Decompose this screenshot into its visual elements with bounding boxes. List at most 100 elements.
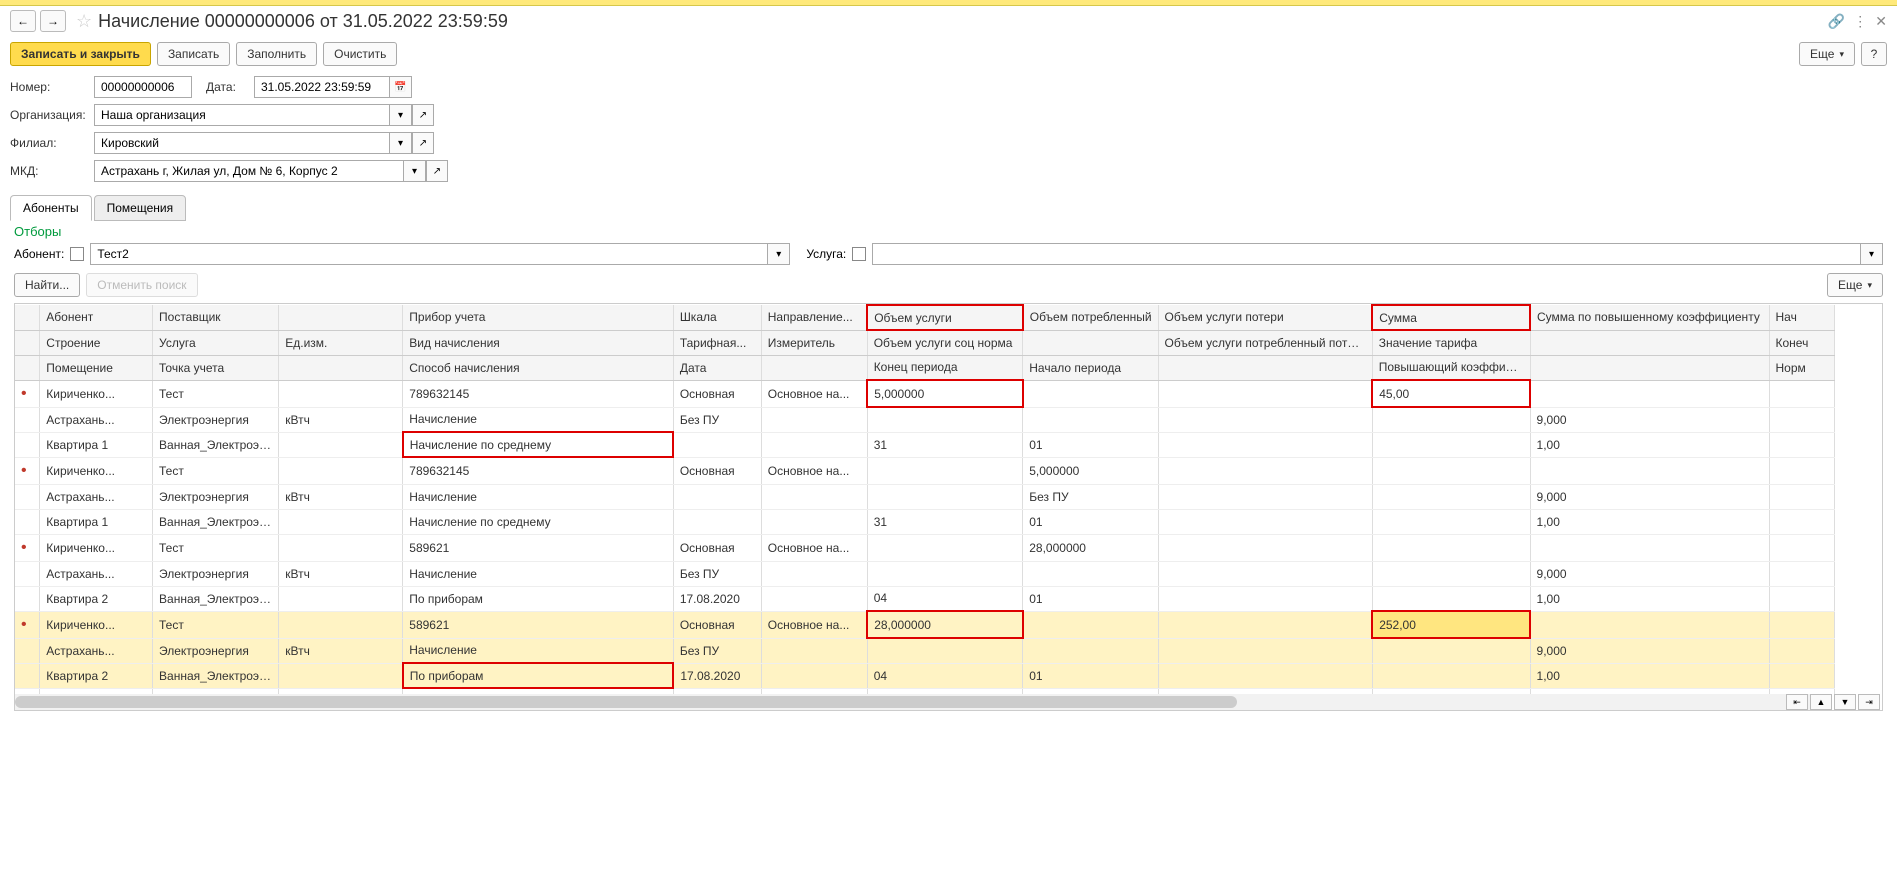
column-header[interactable]: Дата <box>673 355 761 380</box>
cell[interactable]: 01 <box>1023 509 1158 534</box>
cell[interactable] <box>673 509 761 534</box>
column-header[interactable]: Прибор учета <box>403 305 674 330</box>
service-filter-input[interactable] <box>872 243 1861 265</box>
cell[interactable] <box>1769 407 1835 432</box>
column-header[interactable]: Сумма по повышенному коэффициенту <box>1530 305 1769 330</box>
abonent-filter-input[interactable] <box>90 243 768 265</box>
cell[interactable] <box>1372 457 1530 484</box>
column-header[interactable]: Услуга <box>153 330 279 355</box>
cell[interactable]: 01 <box>1023 663 1158 688</box>
cell[interactable]: 252,00 <box>1372 611 1530 638</box>
cell[interactable]: Астрахань... <box>40 484 153 509</box>
write-close-button[interactable]: Записать и закрыть <box>10 42 151 66</box>
tab-abonents[interactable]: Абоненты <box>10 195 92 221</box>
column-header[interactable]: Начало периода <box>1023 355 1158 380</box>
cell[interactable] <box>279 509 403 534</box>
cell[interactable] <box>1769 509 1835 534</box>
cell[interactable]: 04 <box>867 586 1023 611</box>
cell[interactable] <box>1158 484 1372 509</box>
cell[interactable]: 789632145 <box>403 380 674 407</box>
service-checkbox[interactable] <box>852 247 866 261</box>
cell[interactable] <box>1372 407 1530 432</box>
cell[interactable] <box>867 561 1023 586</box>
column-header[interactable]: Норм <box>1769 355 1835 380</box>
cell[interactable]: 5,000000 <box>867 380 1023 407</box>
cell[interactable] <box>279 380 403 407</box>
cell[interactable] <box>1372 586 1530 611</box>
cell[interactable]: Основная <box>673 611 761 638</box>
cell[interactable]: 9,000 <box>1530 561 1769 586</box>
cell[interactable] <box>1158 407 1372 432</box>
cell[interactable] <box>1769 638 1835 663</box>
column-header[interactable] <box>279 355 403 380</box>
cell[interactable] <box>761 484 867 509</box>
cell[interactable] <box>1158 534 1372 561</box>
calendar-icon[interactable]: 📅 <box>390 76 412 98</box>
cell[interactable]: Электроэнергия <box>153 638 279 663</box>
grid-more-button[interactable]: Еще <box>1827 273 1883 297</box>
cell[interactable]: 1,00 <box>1530 509 1769 534</box>
clear-button[interactable]: Очистить <box>323 42 397 66</box>
cell[interactable]: Кириченко... <box>40 611 153 638</box>
chevron-down-icon[interactable]: ▾ <box>390 104 412 126</box>
cell[interactable] <box>1158 380 1372 407</box>
cell[interactable]: По приборам <box>403 663 674 688</box>
cell[interactable]: 01 <box>1023 432 1158 457</box>
cell[interactable]: Астрахань... <box>40 638 153 663</box>
cell[interactable]: Основное на... <box>761 380 867 407</box>
cell[interactable]: Начисление <box>403 638 674 663</box>
favorite-star-icon[interactable]: ☆ <box>76 11 92 32</box>
column-header[interactable]: Значение тарифа <box>1372 330 1530 355</box>
column-header[interactable]: Объем услуги потери <box>1158 305 1372 330</box>
cell[interactable] <box>673 484 761 509</box>
open-external-icon[interactable]: ↗ <box>412 104 434 126</box>
cell[interactable] <box>1158 586 1372 611</box>
cell[interactable]: Начисление <box>403 561 674 586</box>
cell[interactable]: Основная <box>673 380 761 407</box>
cell[interactable] <box>1769 484 1835 509</box>
cell[interactable] <box>1769 663 1835 688</box>
chevron-down-icon[interactable]: ▾ <box>768 243 790 265</box>
abonent-checkbox[interactable] <box>70 247 84 261</box>
cell[interactable] <box>1769 561 1835 586</box>
cell[interactable]: Без ПУ <box>673 638 761 663</box>
cell[interactable]: Ванная_Электроэнергия <box>153 432 279 457</box>
column-header[interactable]: Вид начисления <box>403 330 674 355</box>
column-header[interactable]: Конеч <box>1769 330 1835 355</box>
cell[interactable] <box>761 663 867 688</box>
column-header[interactable]: Тарифная... <box>673 330 761 355</box>
cell[interactable]: Квартира 2 <box>40 663 153 688</box>
column-header[interactable]: Способ начисления <box>403 355 674 380</box>
help-button[interactable]: ? <box>1861 42 1887 66</box>
cell[interactable]: Начисление <box>403 484 674 509</box>
column-header[interactable] <box>761 355 867 380</box>
column-header[interactable]: Объем услуги потребленный потери <box>1158 330 1372 355</box>
cell[interactable] <box>1023 611 1158 638</box>
branch-input[interactable] <box>94 132 390 154</box>
link-icon[interactable]: 🔗 <box>1828 13 1845 30</box>
date-input[interactable] <box>254 76 390 98</box>
cell[interactable] <box>1530 457 1769 484</box>
cell[interactable] <box>761 407 867 432</box>
cell[interactable] <box>1530 380 1769 407</box>
cell[interactable]: Основная <box>673 457 761 484</box>
cell[interactable]: 9,000 <box>1530 638 1769 663</box>
cell[interactable] <box>1158 432 1372 457</box>
org-input[interactable] <box>94 104 390 126</box>
cell[interactable] <box>761 638 867 663</box>
column-header[interactable] <box>1530 355 1769 380</box>
cell[interactable] <box>1372 484 1530 509</box>
cell[interactable]: Квартира 2 <box>40 586 153 611</box>
cell[interactable]: 45,00 <box>1372 380 1530 407</box>
cell[interactable]: Квартира 1 <box>40 432 153 457</box>
cell[interactable]: Кириченко... <box>40 457 153 484</box>
cell[interactable] <box>1372 432 1530 457</box>
column-header[interactable] <box>1158 355 1372 380</box>
column-header[interactable]: Ед.изм. <box>279 330 403 355</box>
mkd-input[interactable] <box>94 160 404 182</box>
cell[interactable] <box>1769 586 1835 611</box>
cell[interactable] <box>1158 611 1372 638</box>
cell[interactable] <box>1769 611 1835 638</box>
cell[interactable] <box>279 432 403 457</box>
cell[interactable] <box>279 586 403 611</box>
